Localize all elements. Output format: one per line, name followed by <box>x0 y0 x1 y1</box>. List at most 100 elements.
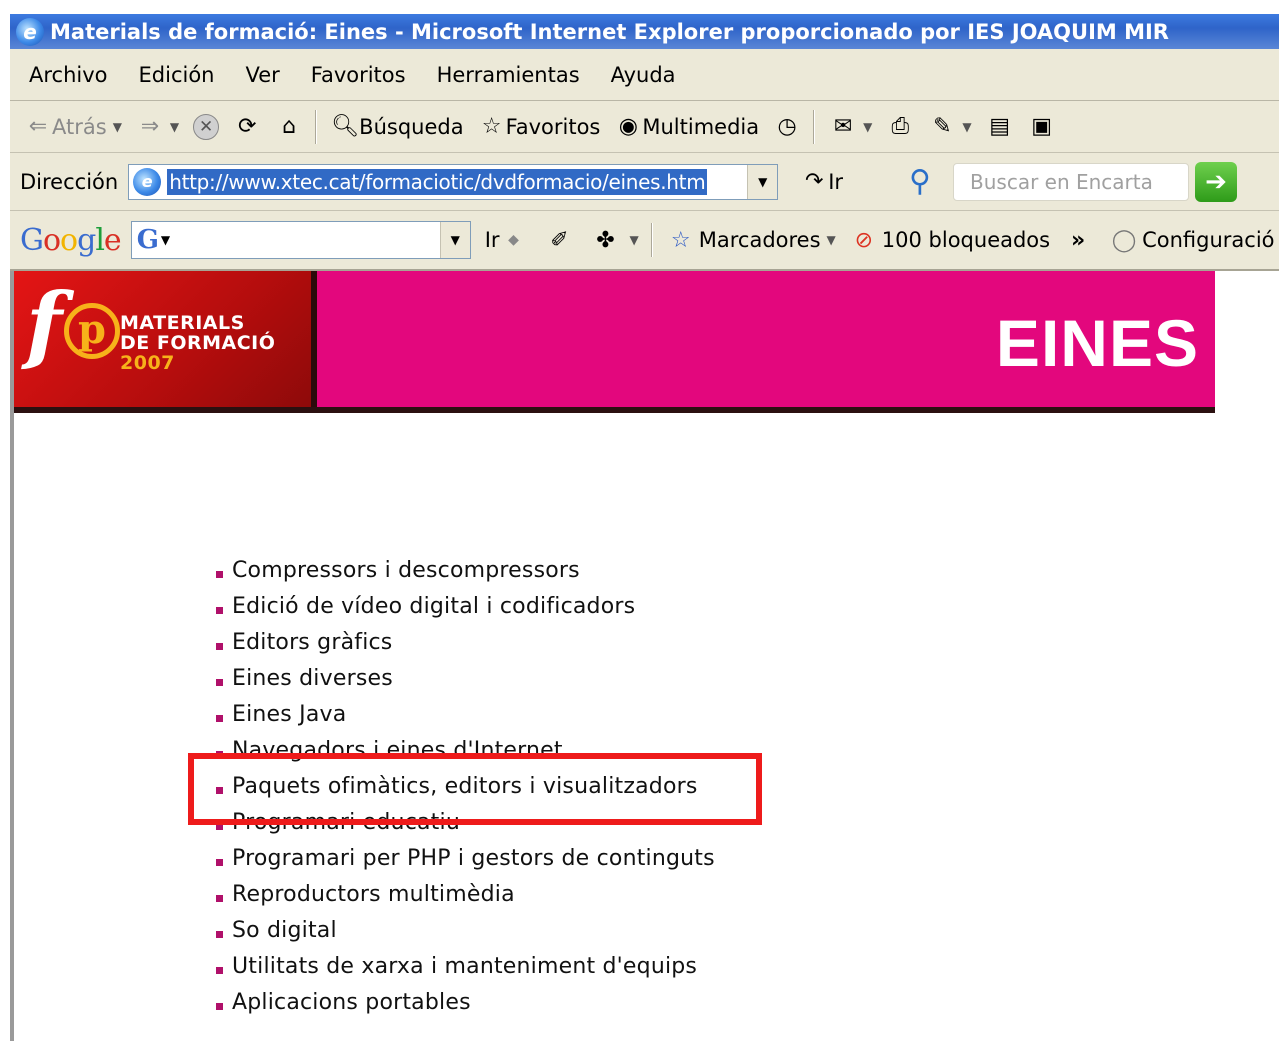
chevron-down-icon[interactable]: ▼ <box>630 233 639 247</box>
bullet-icon <box>216 678 223 686</box>
link-network-utilities[interactable]: Utilitats de xarxa i manteniment d'equip… <box>232 954 697 979</box>
go-button[interactable]: ↷ Ir <box>800 168 843 196</box>
link-php-software[interactable]: Programari per PHP i gestors de contingu… <box>232 846 715 871</box>
link-educational-software[interactable]: Programari educatiu <box>232 810 460 835</box>
link-digital-sound[interactable]: So digital <box>232 918 337 943</box>
more-chevron-button[interactable]: » <box>1064 226 1096 254</box>
banner-bottom-rule <box>14 407 1215 413</box>
bookmarks-button[interactable]: ☆ Marcadores ▼ <box>667 226 836 254</box>
save-button[interactable]: ▣ <box>1028 113 1056 141</box>
list-item[interactable]: Aplicacions portables <box>216 984 715 1020</box>
list-item[interactable]: Eines diverses <box>216 660 715 696</box>
google-logo[interactable]: Google <box>20 223 122 258</box>
link-compressors[interactable]: Compressors i descompressors <box>232 558 580 583</box>
page-icon: e <box>133 167 162 196</box>
search-button[interactable]: 🔍︎ Búsqueda <box>331 113 463 141</box>
link-media-players[interactable]: Reproductors multimèdia <box>232 882 515 907</box>
address-dropdown-button[interactable]: ▼ <box>747 164 778 199</box>
menu-favoritos[interactable]: Favoritos <box>311 63 406 87</box>
address-input[interactable]: e http://www.xtec.cat/formaciotic/dvdfor… <box>128 163 779 200</box>
google-go-button[interactable]: Ir ◆ <box>485 226 532 254</box>
google-dropdown-button[interactable]: ▼ <box>439 222 470 258</box>
link-portable-apps[interactable]: Aplicacions portables <box>232 990 471 1015</box>
popup-blocker-button[interactable]: ⊘ 100 bloqueados <box>850 226 1051 254</box>
bullet-icon <box>216 822 223 830</box>
settings-button[interactable]: ◯ Configuració <box>1110 226 1275 254</box>
list-item[interactable]: Utilitats de xarxa i manteniment d'equip… <box>216 948 715 984</box>
list-item[interactable]: Paquets ofimàtics, editors i visualitzad… <box>216 768 715 804</box>
address-bar: Dirección e http://www.xtec.cat/formacio… <box>10 153 1279 211</box>
list-item[interactable]: Programari educatiu <box>216 804 715 840</box>
encarta-go-button[interactable]: ➔ <box>1195 161 1237 202</box>
banner-logo-area[interactable]: f p MATERIALS DE FORMACIÓ 2007 <box>14 271 311 407</box>
chevron-down-icon[interactable]: ▼ <box>113 120 122 134</box>
chevron-down-icon[interactable]: ▼ <box>161 233 170 247</box>
stop-button[interactable]: ✕ <box>193 113 220 140</box>
chevron-down-icon[interactable]: ▼ <box>863 120 872 134</box>
history-button[interactable]: ◷ <box>773 113 801 141</box>
list-item[interactable]: Edició de vídeo digital i codificadors <box>216 588 715 624</box>
print-button[interactable]: ⎙ <box>886 113 914 141</box>
media-icon: ◉ <box>618 114 638 139</box>
forward-button[interactable]: ⇒ ▼ <box>136 113 179 141</box>
link-video[interactable]: Edició de vídeo digital i codificadors <box>232 594 635 619</box>
bullet-icon <box>216 786 223 794</box>
google-g-icon[interactable]: G <box>137 225 159 255</box>
logo-letter-p: p <box>64 303 120 359</box>
puzzle-button[interactable]: ✤ ▼ <box>592 226 639 254</box>
refresh-icon: ⟳ <box>237 114 257 139</box>
settings-icon: ◯ <box>1111 227 1137 253</box>
home-button[interactable]: ⌂ <box>275 113 303 141</box>
link-various-tools[interactable]: Eines diverses <box>232 666 393 691</box>
double-chevron-icon: » <box>1071 227 1086 253</box>
search-label: Búsqueda <box>359 114 464 139</box>
brand-line-2: DE FORMACIÓ <box>120 332 276 354</box>
discuss-button[interactable]: ▤ <box>986 113 1014 141</box>
list-item[interactable]: Editors gràfics <box>216 624 715 660</box>
list-item[interactable]: So digital <box>216 912 715 948</box>
chevron-down-icon[interactable]: ▼ <box>962 120 971 134</box>
media-button[interactable]: ◉ Multimedia <box>614 113 759 141</box>
brand-text: MATERIALS DE FORMACIÓ 2007 <box>120 313 275 373</box>
favorites-icon: ☆ <box>481 114 502 139</box>
save-icon: ▣ <box>1031 114 1052 139</box>
ie-icon: e <box>16 17 44 46</box>
toolbar-separator <box>650 223 653 257</box>
forward-arrow-icon: ⇒ <box>140 114 160 139</box>
mail-button[interactable]: ✉ ▼ <box>829 113 872 141</box>
brand-year: 2007 <box>120 352 175 374</box>
encarta-search-input[interactable]: Buscar en Encarta <box>953 162 1189 201</box>
favorites-button[interactable]: ☆ Favoritos <box>478 113 601 141</box>
popup-blocked-icon: ⊘ <box>854 227 873 253</box>
list-item[interactable]: Reproductors multimèdia <box>216 876 715 912</box>
menu-ver[interactable]: Ver <box>246 63 280 87</box>
list-item[interactable]: Navegadors i eines d'Internet <box>216 732 715 768</box>
bullet-icon <box>216 750 223 758</box>
chevron-down-icon[interactable]: ▼ <box>170 120 179 134</box>
settings-label: Configuració <box>1142 228 1275 252</box>
encarta-search-icon[interactable]: ⚲ <box>909 164 931 199</box>
menu-edicion[interactable]: Edición <box>139 63 215 87</box>
menu-ayuda[interactable]: Ayuda <box>611 63 676 87</box>
google-search-input[interactable]: G ▼ ▼ <box>130 221 471 259</box>
link-browsers[interactable]: Navegadors i eines d'Internet <box>232 738 563 763</box>
link-graphic-editors[interactable]: Editors gràfics <box>232 630 392 655</box>
edit-button[interactable]: ✎ ▼ <box>928 113 971 141</box>
menu-herramientas[interactable]: Herramientas <box>437 63 580 87</box>
back-label: Atrás <box>52 114 107 139</box>
link-java-tools[interactable]: Eines Java <box>232 702 346 727</box>
menu-archivo[interactable]: Archivo <box>29 63 108 87</box>
bookmarks-label: Marcadores <box>698 228 821 252</box>
page-content: f p MATERIALS DE FORMACIÓ 2007 EINES Com… <box>10 271 1279 1041</box>
back-button[interactable]: ⇐ Atrás ▼ <box>24 113 122 141</box>
list-item[interactable]: Eines Java <box>216 696 715 732</box>
address-url[interactable]: http://www.xtec.cat/formaciotic/dvdforma… <box>167 168 708 195</box>
bullet-icon <box>216 1002 223 1010</box>
list-item[interactable]: Programari per PHP i gestors de contingu… <box>216 840 715 876</box>
bullet-icon <box>216 714 223 722</box>
refresh-button[interactable]: ⟳ <box>233 113 261 141</box>
news-button[interactable]: ✐ <box>546 226 578 254</box>
link-office-suites[interactable]: Paquets ofimàtics, editors i visualitzad… <box>232 774 698 799</box>
list-item[interactable]: Compressors i descompressors <box>216 552 715 588</box>
bullet-icon <box>216 570 223 578</box>
